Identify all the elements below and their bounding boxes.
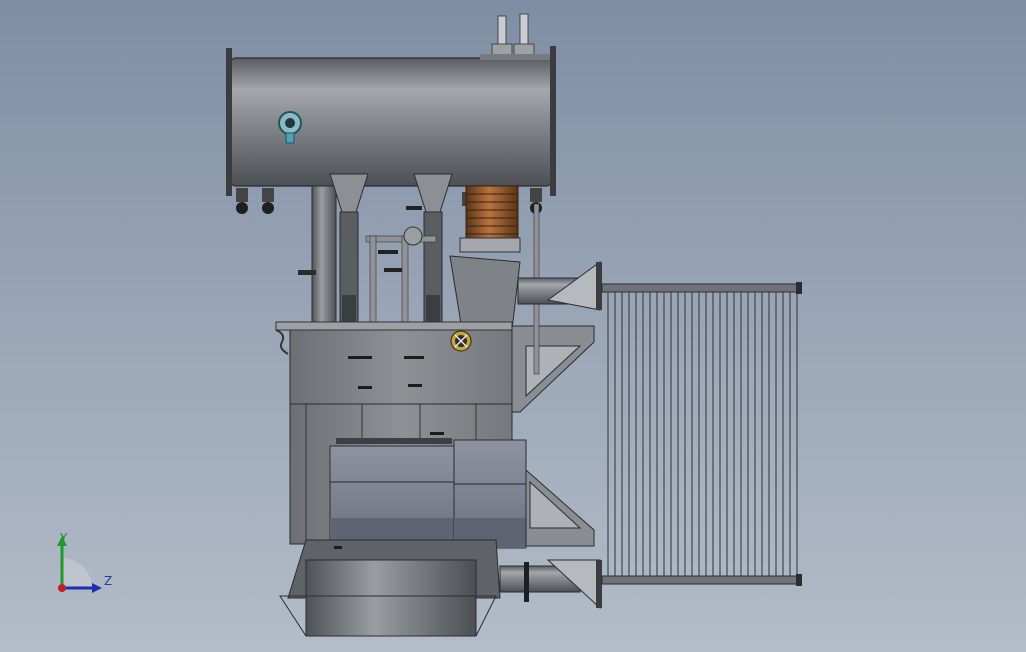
control-cabinet [329,438,527,549]
cad-viewport[interactable]: Y Z [0,0,1026,652]
radiator-headers [499,261,602,610]
transformer-model[interactable] [0,0,1026,652]
tap-changer-handle-icon[interactable] [450,330,472,352]
conservator-tank [226,13,556,214]
base-frame [279,539,501,637]
x-axis-origin-icon [58,584,66,592]
radiator-bank [601,282,802,586]
z-axis-label: Z [104,574,113,588]
hv-bushing [449,185,521,331]
y-axis-label: Y [60,531,68,545]
breather-icon [480,13,550,60]
